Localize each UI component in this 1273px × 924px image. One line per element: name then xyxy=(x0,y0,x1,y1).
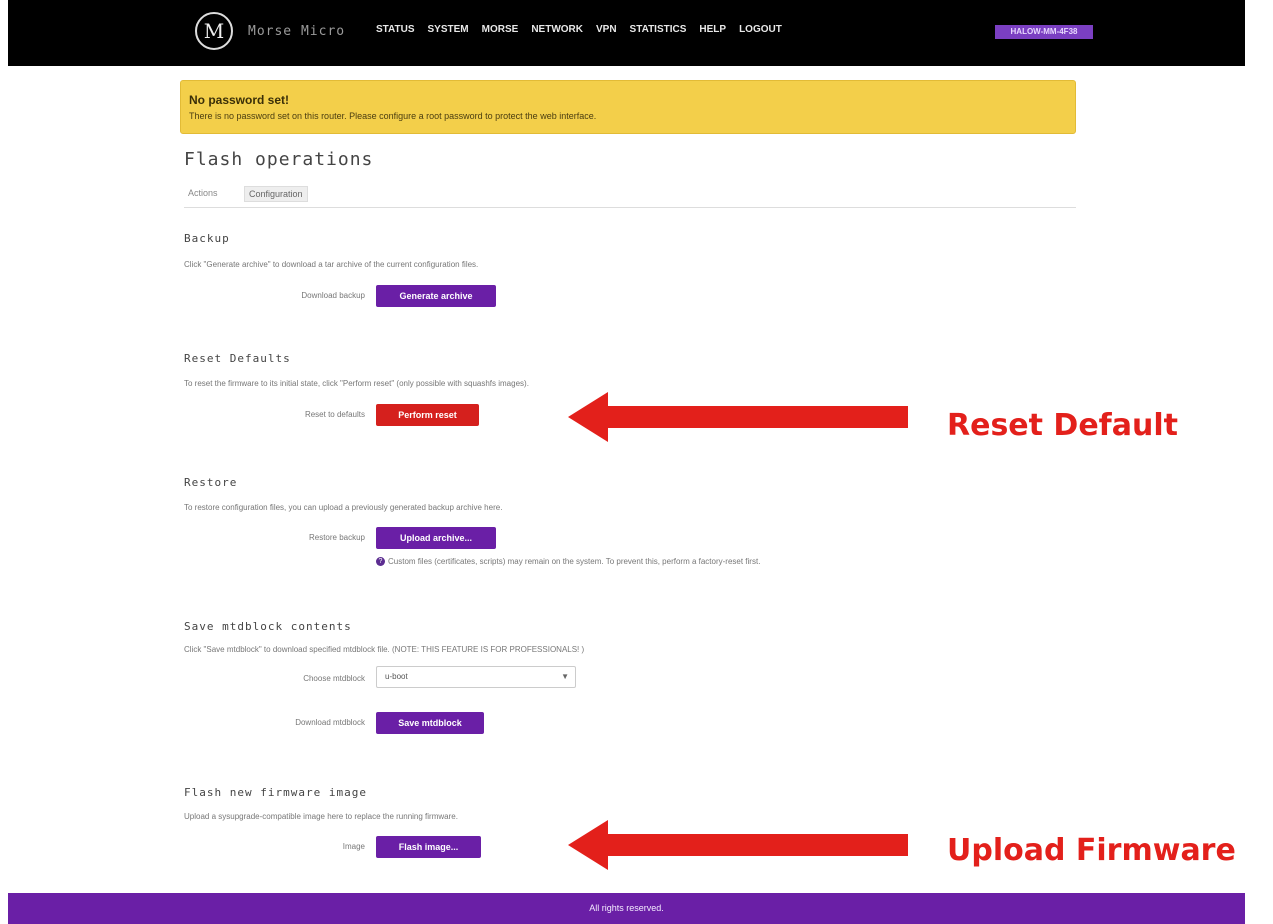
restore-note-text: Custom files (certificates, scripts) may… xyxy=(388,557,761,566)
footer: All rights reserved. xyxy=(8,893,1245,924)
reset-arrow-icon xyxy=(568,392,908,442)
nav-help[interactable]: HELP xyxy=(699,24,726,35)
reset-desc: To reset the firmware to its initial sta… xyxy=(184,379,529,388)
restore-desc: To restore configuration files, you can … xyxy=(184,503,503,512)
hostname-badge: HALOW-MM-4F38 xyxy=(995,25,1093,39)
reset-defaults-label: Reset to defaults xyxy=(304,410,365,419)
nav-morse[interactable]: MORSE xyxy=(482,24,519,35)
main-nav: STATUS SYSTEM MORSE NETWORK VPN STATISTI… xyxy=(376,24,782,35)
mtd-desc: Click "Save mtdblock" to download specif… xyxy=(184,645,585,654)
chevron-down-icon: ▼ xyxy=(561,672,569,681)
alert-title: No password set! xyxy=(189,93,290,107)
brand-name[interactable]: Morse Micro xyxy=(248,24,345,39)
download-backup-label: Download backup xyxy=(301,291,365,300)
upload-archive-button[interactable]: Upload archive... xyxy=(376,527,496,549)
upload-arrow-icon xyxy=(568,820,908,870)
choose-mtdblock-label: Choose mtdblock xyxy=(303,674,365,683)
nav-logout[interactable]: LOGOUT xyxy=(739,24,782,35)
flash-image-button[interactable]: Flash image... xyxy=(376,836,481,858)
page-title: Flash operations xyxy=(184,149,374,170)
backup-title: Backup xyxy=(184,232,230,245)
upload-firmware-callout: Upload Firmware xyxy=(947,833,1236,868)
nav-system[interactable]: SYSTEM xyxy=(428,24,469,35)
nav-network[interactable]: NETWORK xyxy=(531,24,583,35)
no-password-alert: No password set! There is no password se… xyxy=(180,80,1076,134)
tab-configuration[interactable]: Configuration xyxy=(244,186,308,202)
reset-default-callout: Reset Default xyxy=(947,408,1178,443)
question-icon: ? xyxy=(376,557,385,566)
nav-vpn[interactable]: VPN xyxy=(596,24,617,35)
perform-reset-button[interactable]: Perform reset xyxy=(376,404,479,426)
generate-archive-button[interactable]: Generate archive xyxy=(376,285,496,307)
nav-statistics[interactable]: STATISTICS xyxy=(630,24,687,35)
restore-title: Restore xyxy=(184,476,238,489)
flash-title: Flash new firmware image xyxy=(184,786,367,799)
logo-icon[interactable]: M xyxy=(195,12,233,50)
backup-desc: Click "Generate archive" to download a t… xyxy=(184,260,479,269)
mtdblock-select[interactable]: u-boot ▼ xyxy=(376,666,576,688)
flash-desc: Upload a sysupgrade-compatible image her… xyxy=(184,812,458,821)
tab-bar: Actions Configuration xyxy=(184,183,1076,208)
restore-note: ? Custom files (certificates, scripts) m… xyxy=(376,557,760,566)
tab-actions[interactable]: Actions xyxy=(184,186,222,200)
mtd-title: Save mtdblock contents xyxy=(184,620,352,633)
alert-text: There is no password set on this router.… xyxy=(189,111,597,121)
top-navbar: M Morse Micro STATUS SYSTEM MORSE NETWOR… xyxy=(8,0,1245,66)
image-label: Image xyxy=(342,842,365,851)
download-mtdblock-label: Download mtdblock xyxy=(295,718,365,727)
mtdblock-select-value: u-boot xyxy=(385,672,408,681)
nav-status[interactable]: STATUS xyxy=(376,24,415,35)
save-mtdblock-button[interactable]: Save mtdblock xyxy=(376,712,484,734)
reset-title: Reset Defaults xyxy=(184,352,291,365)
restore-backup-label: Restore backup xyxy=(308,533,365,542)
